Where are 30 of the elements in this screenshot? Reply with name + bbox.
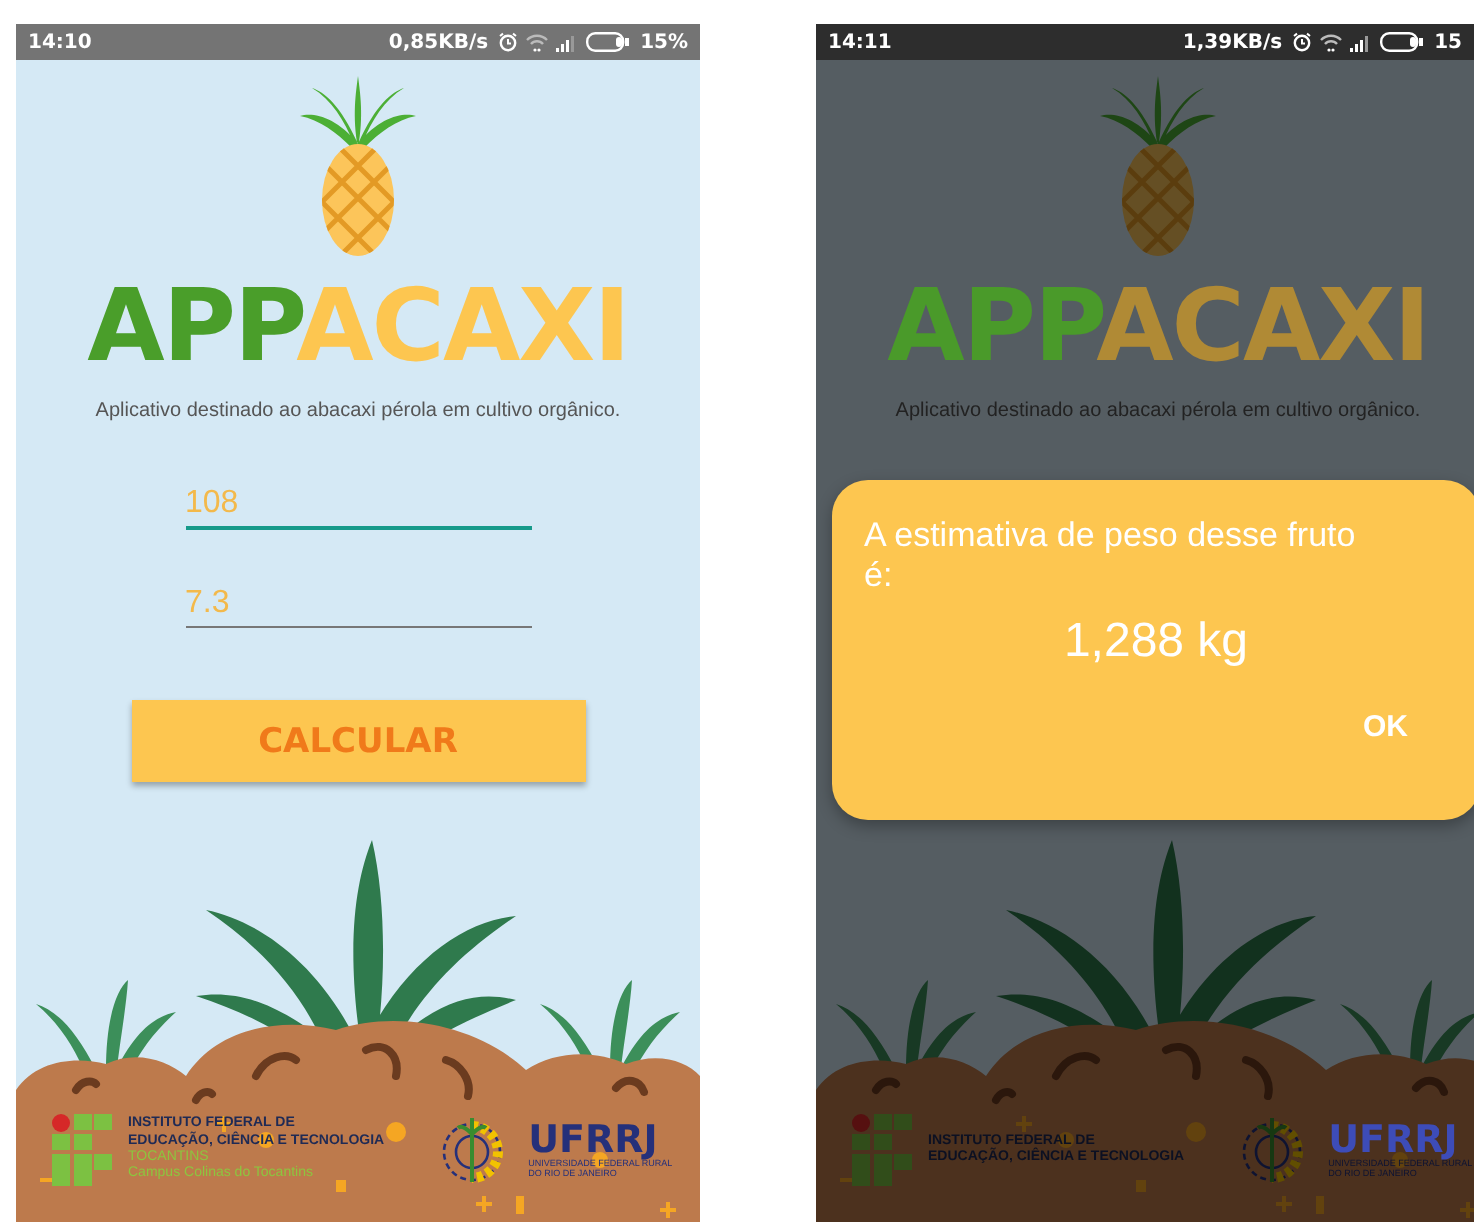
weight-result: 1,288 kg [1061,614,1251,671]
grid-logo-icon [52,1114,112,1186]
wifi-icon [526,33,549,51]
pineapple-icon [296,76,420,260]
signal-icon [1350,33,1373,51]
dialog-message: A estimativa de peso desse fruto é: [864,516,1358,595]
app-logo-title: APPACAXI [887,276,1429,376]
battery-percent: 15 [1434,31,1462,53]
battery-icon [586,32,631,52]
wifi-icon [1320,33,1343,51]
grid-logo-icon [852,1114,912,1186]
university-logo-text: UFRRJ [528,1121,658,1160]
calculate-button[interactable]: CALCULAR [131,700,585,782]
battery-percent: 15% [640,31,688,53]
app-tagline: Aplicativo destinado ao abacaxi pérola em cultivo orgânico. [895,400,1421,422]
status-time: 14:10 [28,31,92,53]
ok-button[interactable]: OK [1363,710,1408,745]
signal-icon [556,33,579,51]
network-speed: 1,39KB/s [1182,31,1283,53]
university-logo-text: UFRRJ [1328,1121,1458,1160]
app-logo-title: APPACAXI [87,276,629,376]
app-tagline: Aplicativo destinado ao abacaxi pérola em cultivo orgânico. [95,400,621,422]
input-field[interactable]: 108 [185,482,531,530]
pineapple-icon [1096,76,1220,260]
input-field[interactable]: 7.3 [185,582,531,628]
status-time: 14:11 [828,31,892,53]
battery-icon [1380,32,1425,52]
network-speed: 0,85KB/s [388,31,489,53]
alarm-icon [498,32,519,52]
alarm-icon [1292,32,1313,52]
